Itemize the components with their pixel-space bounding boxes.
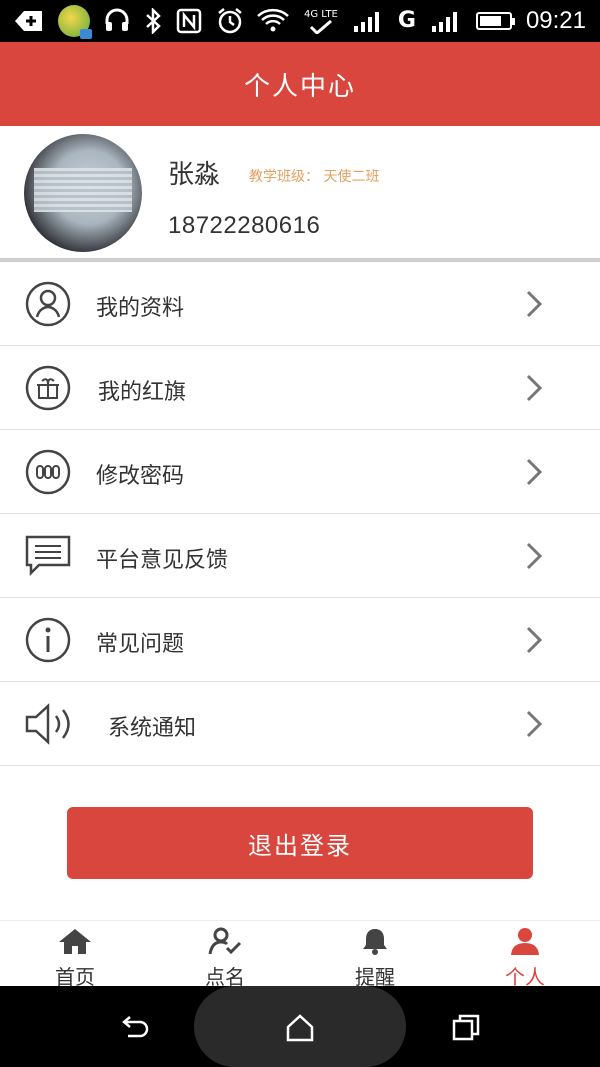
title-bar: 个人中心 <box>0 42 600 126</box>
nfc-icon <box>176 8 202 34</box>
back-plus-icon <box>14 9 44 33</box>
menu-item-my-red-flag[interactable]: 我的红旗 <box>0 346 600 430</box>
chevron-right-icon <box>522 456 546 488</box>
person-icon <box>507 927 543 959</box>
gift-circle-icon <box>24 364 72 412</box>
network-label: 4G LTE <box>303 8 338 20</box>
menu-item-system-notice[interactable]: 系统通知 <box>0 682 600 766</box>
nav-item-home[interactable]: 首页 <box>0 921 150 989</box>
chevron-right-icon <box>522 708 546 740</box>
battery-icon <box>475 12 515 30</box>
feedback-chat-icon <box>24 532 72 580</box>
roll-call-icon <box>207 927 243 959</box>
signal-icon <box>352 10 384 32</box>
speaker-icon <box>24 700 84 748</box>
nav-item-roll-call[interactable]: 点名 <box>150 921 300 989</box>
menu-item-label: 我的红旗 <box>98 380 187 405</box>
bottom-nav: 首页 点名 提醒 个人 <box>0 920 600 989</box>
menu-item-label: 修改密码 <box>96 464 185 489</box>
profile-phone: 18722280616 <box>168 212 321 239</box>
battery-fill <box>479 16 501 26</box>
carrier-g: G <box>397 8 416 33</box>
status-bar: 4G LTE G 09:21 <box>0 0 600 42</box>
password-circle-icon <box>24 448 72 496</box>
info-circle-icon <box>24 616 72 664</box>
avatar[interactable] <box>24 134 142 252</box>
home-icon[interactable] <box>284 1012 316 1044</box>
menu-item-faq[interactable]: 常见问题 <box>0 598 600 682</box>
chevron-right-icon <box>522 540 546 572</box>
menu-item-feedback[interactable]: 平台意见反馈 <box>0 514 600 598</box>
network-type: 4G LTE <box>304 9 338 34</box>
menu-item-label: 平台意见反馈 <box>96 548 229 573</box>
alarm-icon <box>216 7 244 35</box>
headset-icon <box>104 8 130 34</box>
menu-list: 我的资料 我的红旗 修改密码 平台意见反馈 常见问题 系统通知 <box>0 262 600 766</box>
signal-2-icon <box>430 10 462 32</box>
profile-card[interactable]: 张淼 教学班级： 天使二班 18722280616 <box>0 126 600 262</box>
status-right-icons: 4G LTE G 09:21 <box>256 7 586 35</box>
app-badge-icon <box>58 5 92 39</box>
menu-item-change-password[interactable]: 修改密码 <box>0 430 600 514</box>
clock: 09:21 <box>525 7 586 34</box>
recents-icon[interactable] <box>450 1012 482 1044</box>
menu-item-label: 常见问题 <box>96 632 185 657</box>
menu-item-label: 系统通知 <box>108 716 197 741</box>
profile-name: 张淼 <box>168 160 221 190</box>
class-info: 教学班级： 天使二班 <box>249 169 380 185</box>
menu-item-label: 我的资料 <box>96 296 185 321</box>
status-left-icons <box>14 5 244 39</box>
bell-icon <box>357 927 393 959</box>
page-title: 个人中心 <box>243 71 356 102</box>
user-circle-icon <box>24 280 72 328</box>
bluetooth-icon <box>144 8 162 34</box>
nav-item-personal[interactable]: 个人 <box>450 921 600 989</box>
system-nav-bar <box>0 986 600 1067</box>
logout-button[interactable]: 退出登录 <box>67 807 533 879</box>
wifi-icon <box>256 8 290 34</box>
nav-item-reminder[interactable]: 提醒 <box>300 921 450 989</box>
menu-item-my-profile[interactable]: 我的资料 <box>0 262 600 346</box>
back-icon[interactable] <box>118 1012 150 1044</box>
chevron-right-icon <box>522 288 546 320</box>
chevron-right-icon <box>522 372 546 404</box>
home-icon <box>57 927 93 959</box>
chevron-right-icon <box>522 624 546 656</box>
